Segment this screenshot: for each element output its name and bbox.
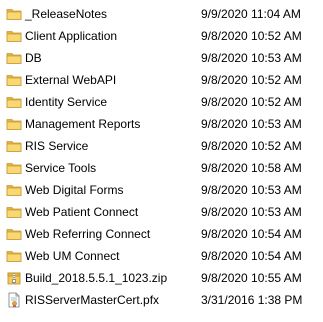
date-modified: 9/8/2020 10:53 AM — [201, 51, 302, 65]
file-name: Build_2018.5.5.1_1023.zip — [25, 271, 168, 285]
date-modified: 3/31/2016 1:38 PM — [201, 293, 303, 307]
date-modified: 9/8/2020 10:53 AM — [201, 183, 302, 197]
file-row[interactable]: Identity Service 9/8/2020 10:52 AM — [0, 91, 323, 113]
file-row[interactable]: External WebAPI 9/8/2020 10:52 AM — [0, 69, 323, 91]
folder-icon — [6, 72, 22, 88]
date-modified: 9/8/2020 10:52 AM — [201, 95, 302, 109]
folder-icon — [6, 226, 22, 242]
file-name: Service Tools — [25, 161, 97, 175]
date-modified: 9/9/2020 11:04 AM — [201, 7, 301, 21]
folder-icon — [6, 94, 22, 110]
file-name: Web Patient Connect — [25, 205, 139, 219]
file-row[interactable]: Web Patient Connect 9/8/2020 10:53 AM — [0, 201, 323, 223]
folder-icon — [6, 204, 22, 220]
file-row[interactable]: Web UM Connect 9/8/2020 10:54 AM — [0, 245, 323, 267]
file-name: Web UM Connect — [25, 249, 120, 263]
date-modified: 9/8/2020 10:52 AM — [201, 73, 302, 87]
folder-icon — [6, 6, 22, 22]
file-row[interactable]: Web Digital Forms 9/8/2020 10:53 AM — [0, 179, 323, 201]
folder-icon — [6, 28, 22, 44]
file-row[interactable]: Build_2018.5.5.1_1023.zip 9/8/2020 10:55… — [0, 267, 323, 289]
zip-archive-icon — [6, 270, 22, 286]
file-name: Identity Service — [25, 95, 108, 109]
folder-icon — [6, 116, 22, 132]
file-row[interactable]: RISServerMasterCert.pfx 3/31/2016 1:38 P… — [0, 289, 323, 311]
date-modified: 9/8/2020 10:53 AM — [201, 117, 302, 131]
date-modified: 9/8/2020 10:54 AM — [201, 249, 302, 263]
file-name: RIS Service — [25, 139, 89, 153]
date-modified: 9/8/2020 10:53 AM — [201, 205, 302, 219]
file-row[interactable]: Service Tools 9/8/2020 10:58 AM — [0, 157, 323, 179]
file-list: _ReleaseNotes 9/9/2020 11:04 AM Client A… — [0, 0, 323, 322]
file-row[interactable]: DB 9/8/2020 10:53 AM — [0, 47, 323, 69]
file-name: Management Reports — [25, 117, 141, 131]
folder-icon — [6, 182, 22, 198]
folder-icon — [6, 248, 22, 264]
folder-icon — [6, 50, 22, 66]
file-name: External WebAPI — [25, 73, 117, 87]
file-name: Web Referring Connect — [25, 227, 151, 241]
date-modified: 9/8/2020 10:55 AM — [201, 271, 302, 285]
file-name: DB — [25, 51, 42, 65]
file-row[interactable]: Web Referring Connect 9/8/2020 10:54 AM — [0, 223, 323, 245]
date-modified: 9/8/2020 10:54 AM — [201, 227, 302, 241]
file-name: RISServerMasterCert.pfx — [25, 293, 160, 307]
file-name: _ReleaseNotes — [25, 7, 108, 21]
file-row[interactable]: Client Application 9/8/2020 10:52 AM — [0, 25, 323, 47]
file-row[interactable]: _ReleaseNotes 9/9/2020 11:04 AM — [0, 3, 323, 25]
date-modified: 9/8/2020 10:52 AM — [201, 29, 302, 43]
file-name: Client Application — [25, 29, 118, 43]
folder-icon — [6, 138, 22, 154]
folder-icon — [6, 160, 22, 176]
file-name: Web Digital Forms — [25, 183, 124, 197]
date-modified: 9/8/2020 10:52 AM — [201, 139, 302, 153]
file-row[interactable]: RIS Service 9/8/2020 10:52 AM — [0, 135, 323, 157]
date-modified: 9/8/2020 10:58 AM — [201, 161, 302, 175]
certificate-file-icon — [6, 292, 22, 308]
file-row[interactable]: Management Reports 9/8/2020 10:53 AM — [0, 113, 323, 135]
